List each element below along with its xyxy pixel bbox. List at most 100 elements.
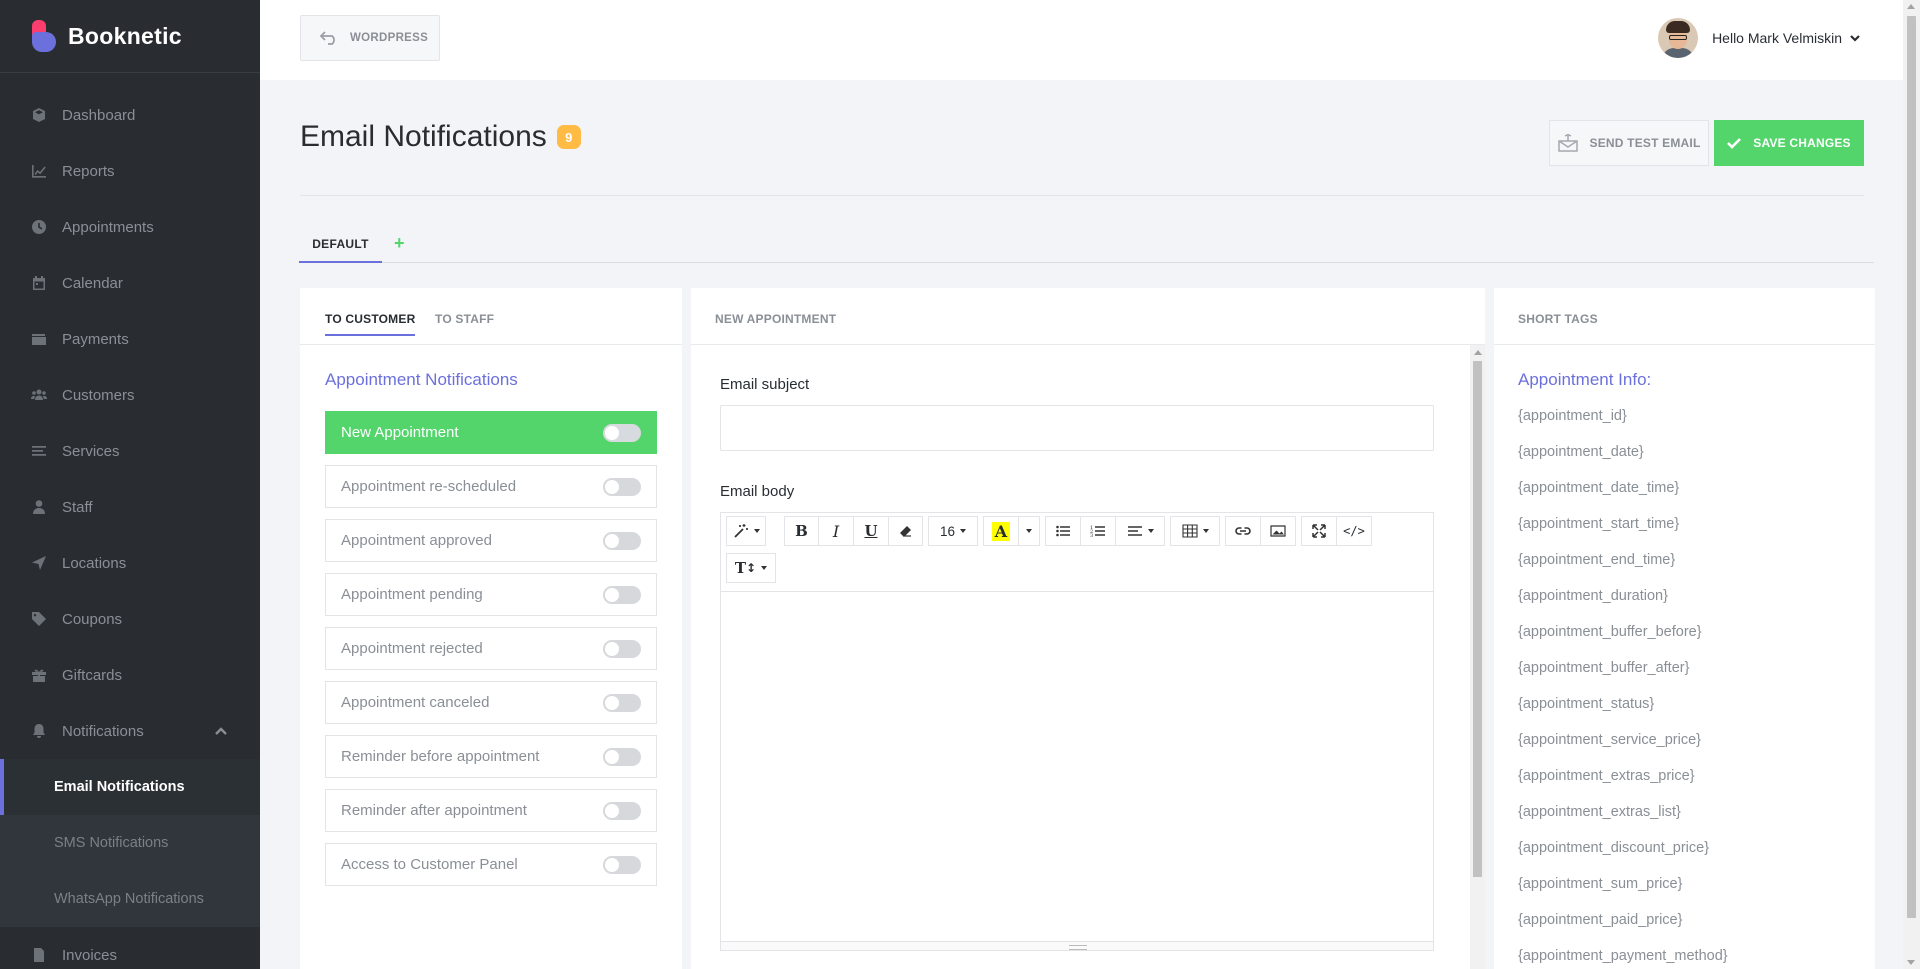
sidebar-item-label: Calendar [62,274,123,292]
editor-resize-handle[interactable] [721,941,1433,950]
tab-default[interactable]: DEFAULT [299,230,382,263]
scroll-up-icon[interactable] [1907,4,1915,9]
font-color-dropdown[interactable] [1018,516,1040,546]
notification-toggle[interactable] [603,802,641,820]
notification-toggle[interactable] [603,532,641,550]
notification-reminder-before[interactable]: Reminder before appointment [325,735,657,778]
short-tag[interactable]: {appointment_status} [1518,696,1654,712]
panel-scrollbar[interactable] [1470,345,1485,969]
ordered-list-icon[interactable]: 123 [1080,516,1116,546]
user-menu[interactable]: Hello Mark Velmiskin [1658,18,1860,58]
notification-toggle[interactable] [603,640,641,658]
save-changes-button[interactable]: SAVE CHANGES [1714,120,1864,166]
short-tag[interactable]: {appointment_paid_price} [1518,912,1682,928]
notification-reminder-after[interactable]: Reminder after appointment [325,789,657,832]
short-tag[interactable]: {appointment_buffer_before} [1518,624,1702,640]
image-icon[interactable] [1260,516,1296,546]
sidebar-item-dashboard[interactable]: Dashboard [0,87,260,143]
sidebar-subitem-email-notifications[interactable]: Email Notifications [0,759,260,815]
sidebar-item-notifications[interactable]: Notifications [0,703,260,759]
notification-toggle[interactable] [603,694,641,712]
short-tag[interactable]: {appointment_id} [1518,408,1627,424]
chart-line-icon [30,162,48,180]
sidebar-item-calendar[interactable]: Calendar [0,255,260,311]
notification-appointment-rescheduled[interactable]: Appointment re-scheduled [325,465,657,508]
font-color-icon[interactable]: A [983,516,1019,546]
clock-icon [30,218,48,236]
window-scrollbar[interactable] [1903,0,1920,969]
unordered-list-icon[interactable] [1045,516,1081,546]
sidebar-item-label: Appointments [62,218,154,236]
short-tag[interactable]: {appointment_extras_list} [1518,804,1681,820]
rich-text-editor: B I U 16 A 123 </> T ↕ [720,512,1434,951]
short-tag[interactable]: {appointment_service_price} [1518,732,1701,748]
sidebar-item-label: Reports [62,162,115,180]
notification-toggle[interactable] [603,586,641,604]
code-view-icon[interactable]: </> [1336,516,1372,546]
notification-toggle[interactable] [603,748,641,766]
sidebar-item-label: Services [62,442,120,460]
table-icon[interactable] [1170,516,1220,546]
line-height-icon[interactable]: T ↕ [726,553,776,583]
tab-to-staff[interactable]: TO STAFF [435,312,494,326]
send-test-email-button[interactable]: SEND TEST EMAIL [1549,120,1709,166]
sidebar-item-invoices[interactable]: Invoices [0,927,260,969]
sidebar-item-payments[interactable]: Payments [0,311,260,367]
notification-appointment-canceled[interactable]: Appointment canceled [325,681,657,724]
wordpress-button[interactable]: WORDPRESS [300,15,440,61]
notification-appointment-rejected[interactable]: Appointment rejected [325,627,657,670]
font-size-dropdown[interactable]: 16 [928,516,978,546]
short-tag[interactable]: {appointment_duration} [1518,588,1668,604]
notification-toggle[interactable] [603,856,641,874]
bold-icon[interactable]: B [784,516,819,546]
notification-toggle[interactable] [603,478,641,496]
underline-icon[interactable]: U [853,516,889,546]
notification-label: New Appointment [341,424,459,441]
sidebar-item-label: Dashboard [62,106,136,124]
scrollbar-thumb[interactable] [1907,16,1916,918]
notification-appointment-approved[interactable]: Appointment approved [325,519,657,562]
bell-icon [30,722,48,740]
brand[interactable]: Booknetic [0,0,260,73]
short-tag[interactable]: {appointment_payment_method} [1518,948,1728,964]
sidebar-item-giftcards[interactable]: Giftcards [0,647,260,703]
email-subject-input[interactable] [720,405,1434,451]
add-tab-button[interactable]: + [394,233,405,254]
scroll-down-icon[interactable] [1907,960,1915,965]
short-tag[interactable]: {appointment_extras_price} [1518,768,1695,784]
eraser-icon[interactable] [888,516,923,546]
chevron-up-icon[interactable] [214,724,228,742]
notification-new-appointment[interactable]: New Appointment [325,411,657,454]
sidebar-item-reports[interactable]: Reports [0,143,260,199]
short-tag[interactable]: {appointment_end_time} [1518,552,1675,568]
align-icon[interactable] [1115,516,1165,546]
short-tag[interactable]: {appointment_start_time} [1518,516,1679,532]
short-tag[interactable]: {appointment_sum_price} [1518,876,1682,892]
notification-appointment-pending[interactable]: Appointment pending [325,573,657,616]
short-tag[interactable]: {appointment_date_time} [1518,480,1679,496]
short-tag[interactable]: {appointment_date} [1518,444,1644,460]
fullscreen-icon[interactable] [1301,516,1337,546]
editor-toolbar: B I U 16 A 123 </> T ↕ [721,513,1433,592]
sidebar-item-staff[interactable]: Staff [0,479,260,535]
notification-toggle[interactable] [603,424,641,442]
sidebar-item-services[interactable]: Services [0,423,260,479]
sidebar-subitem-whatsapp-notifications[interactable]: WhatsApp Notifications [0,871,260,927]
notification-label: Appointment approved [341,532,492,549]
italic-icon[interactable]: I [818,516,854,546]
sidebar-item-label: Customers [62,386,135,404]
magic-icon[interactable] [726,516,766,546]
svg-text:3: 3 [1090,533,1093,539]
notification-label: Access to Customer Panel [341,856,518,873]
short-tag[interactable]: {appointment_buffer_after} [1518,660,1689,676]
sidebar-item-appointments[interactable]: Appointments [0,199,260,255]
link-icon[interactable] [1225,516,1261,546]
sidebar-item-locations[interactable]: Locations [0,535,260,591]
tab-to-customer[interactable]: TO CUSTOMER [325,312,416,336]
sidebar-item-customers[interactable]: Customers [0,367,260,423]
sidebar-item-coupons[interactable]: Coupons [0,591,260,647]
short-tag[interactable]: {appointment_discount_price} [1518,840,1709,856]
notification-customer-panel-access[interactable]: Access to Customer Panel [325,843,657,886]
editor-content-area[interactable] [721,592,1433,941]
sidebar-subitem-sms-notifications[interactable]: SMS Notifications [0,815,260,871]
